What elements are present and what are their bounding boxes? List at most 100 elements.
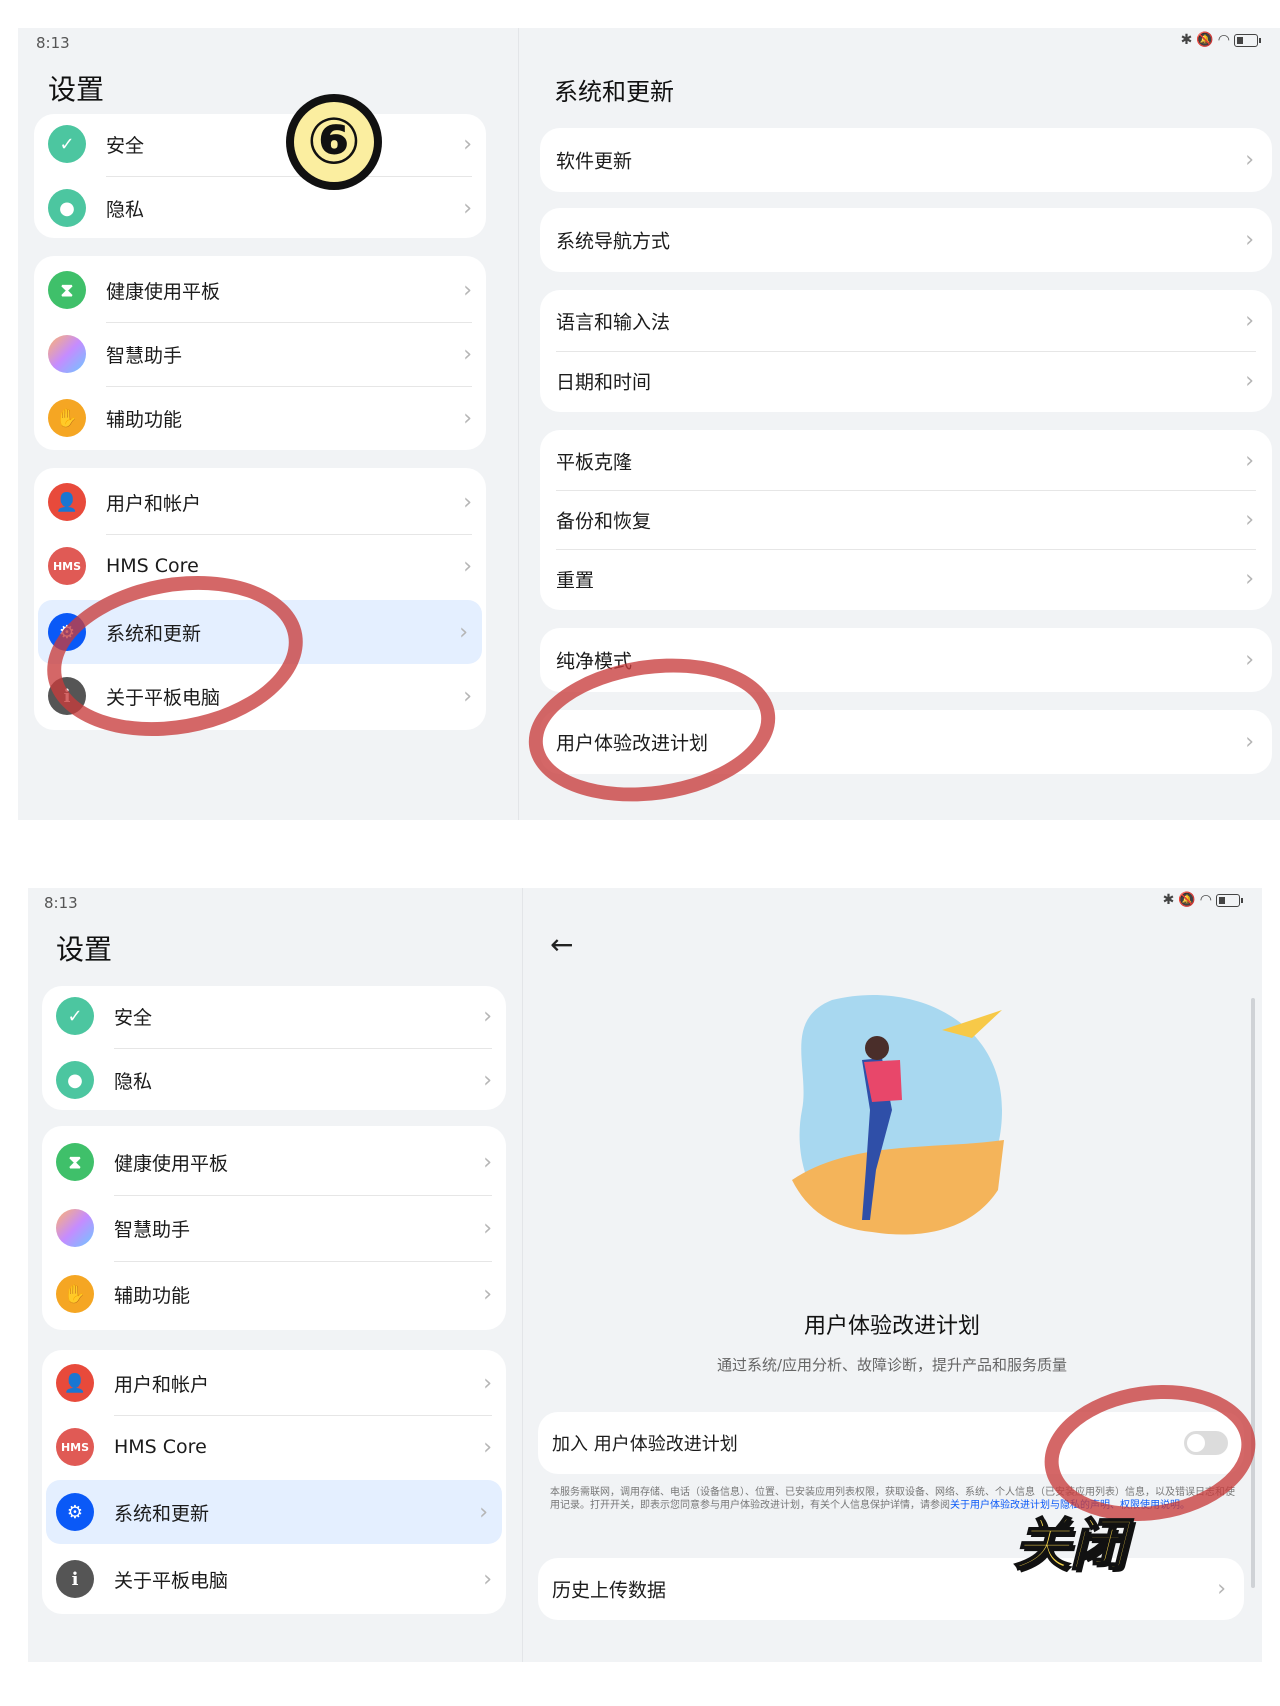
sidebar-item-label: 辅助功能: [106, 408, 183, 431]
sidebar-item-privacy[interactable]: ● 隐私 ›: [42, 1050, 506, 1110]
status-time: 8:13: [36, 34, 70, 52]
sidebar-item-privacy[interactable]: ● 隐私 ›: [34, 178, 486, 238]
user-icon: 👤: [48, 483, 86, 521]
mute-icon: 🔕: [1196, 32, 1214, 48]
assistant-icon: [56, 1209, 94, 1247]
sidebar-item-label: 安全: [114, 1006, 153, 1029]
battery-icon: [1216, 893, 1243, 907]
sidebar-item-label: 健康使用平板: [106, 280, 221, 303]
sidebar-item-label: 系统和更新: [114, 1502, 210, 1525]
divider: [106, 386, 472, 387]
history-card: 历史上传数据 ›: [538, 1558, 1244, 1620]
status-icons: ✱ 🔕 ◠: [1162, 892, 1243, 908]
row-upload-history[interactable]: 历史上传数据 ›: [538, 1560, 1244, 1618]
row-label: 日期和时间: [556, 371, 652, 394]
sidebar-item-label: 安全: [106, 134, 145, 157]
chevron-right-icon: ›: [483, 1566, 492, 1592]
chevron-right-icon: ›: [463, 683, 472, 709]
chevron-right-icon: ›: [1217, 1576, 1226, 1602]
assistant-icon: [48, 335, 86, 373]
sidebar-item-label: 智慧助手: [106, 344, 183, 367]
row-label: 重置: [556, 569, 595, 592]
row-backup-restore[interactable]: 备份和恢复 ›: [540, 491, 1272, 549]
chevron-right-icon: ›: [483, 1149, 492, 1175]
row-label: 备份和恢复: [556, 510, 652, 533]
row-date-time[interactable]: 日期和时间 ›: [540, 352, 1272, 410]
row-label: 软件更新: [556, 150, 633, 173]
sidebar-item-accessibility[interactable]: ✋ 辅助功能 ›: [34, 388, 486, 448]
group-backup: 平板克隆 › 备份和恢复 › 重置 ›: [540, 430, 1272, 610]
row-label: 历史上传数据: [552, 1579, 667, 1602]
sidebar-item-accounts[interactable]: 👤 用户和帐户 ›: [34, 472, 486, 532]
chevron-right-icon: ›: [1245, 448, 1254, 474]
sidebar-item-label: HMS Core: [106, 555, 199, 577]
sidebar-item-digital-balance[interactable]: ⧗ 健康使用平板 ›: [34, 260, 486, 320]
chevron-right-icon: ›: [1245, 227, 1254, 253]
wifi-icon: ◠: [1199, 892, 1212, 908]
shield-check-icon: ✓: [48, 125, 86, 163]
sidebar-item-label: 关于平板电脑: [114, 1569, 229, 1592]
sidebar-item-accessibility[interactable]: ✋ 辅助功能 ›: [42, 1262, 506, 1326]
back-arrow-icon[interactable]: ←: [550, 928, 573, 961]
chevron-right-icon: ›: [1245, 566, 1254, 592]
chevron-right-icon: ›: [463, 553, 472, 579]
row-software-update[interactable]: 软件更新 ›: [540, 131, 1272, 189]
sidebar-item-label: 智慧助手: [114, 1218, 191, 1241]
settings-group-health: ⧗ 健康使用平板 › 智慧助手 › ✋ 辅助功能 ›: [34, 256, 486, 450]
chevron-right-icon: ›: [479, 1499, 488, 1525]
sidebar-item-about[interactable]: i 关于平板电脑 ›: [42, 1548, 506, 1610]
row-label: 系统导航方式: [556, 230, 671, 253]
sidebar-item-label: HMS Core: [114, 1436, 207, 1458]
chevron-right-icon: ›: [463, 405, 472, 431]
row-language-input[interactable]: 语言和输入法 ›: [540, 292, 1272, 350]
ux-plan-subtitle: 通过系统/应用分析、故障诊断，提升产品和服务质量: [716, 1356, 1068, 1374]
join-plan-label: 加入 用户体验改进计划: [552, 1434, 738, 1455]
group-software-update: 软件更新 ›: [540, 128, 1272, 192]
gear-icon: ⚙: [56, 1493, 94, 1531]
divider: [106, 534, 472, 535]
sidebar-item-security[interactable]: ✓ 安全 ›: [34, 114, 486, 174]
mute-icon: 🔕: [1178, 892, 1196, 908]
row-tablet-clone[interactable]: 平板克隆 ›: [540, 432, 1272, 490]
chevron-right-icon: ›: [1245, 147, 1254, 173]
pane-title-system-update: 系统和更新: [554, 78, 674, 106]
chevron-right-icon: ›: [463, 195, 472, 221]
step-badge: ⑥: [286, 94, 382, 190]
sidebar-item-assistant[interactable]: 智慧助手 ›: [42, 1196, 506, 1260]
chevron-right-icon: ›: [1245, 368, 1254, 394]
hand-icon: ✋: [56, 1275, 94, 1313]
screenshot-ux-improvement-plan: 8:13 ✱ 🔕 ◠ 设置 ✓ 安全 › ● 隐私 › ⧗ 健康使用平板 › 智…: [28, 888, 1262, 1662]
bluetooth-icon: ✱: [1162, 892, 1175, 908]
divider: [106, 322, 472, 323]
chevron-right-icon: ›: [1245, 647, 1254, 673]
sidebar-item-system-update[interactable]: ⚙ 系统和更新 ›: [46, 1480, 502, 1544]
step-badge-text: ⑥: [294, 102, 374, 182]
group-navigation: 系统导航方式 ›: [540, 208, 1272, 272]
privacy-icon: ●: [48, 189, 86, 227]
group-language-date: 语言和输入法 › 日期和时间 ›: [540, 290, 1272, 412]
scrollbar[interactable]: [1251, 998, 1255, 1588]
status-icons: ✱ 🔕 ◠: [1181, 32, 1261, 48]
sidebar-item-digital-balance[interactable]: ⧗ 健康使用平板 ›: [42, 1130, 506, 1194]
chevron-right-icon: ›: [1245, 507, 1254, 533]
sidebar-item-assistant[interactable]: 智慧助手 ›: [34, 324, 486, 384]
row-reset[interactable]: 重置 ›: [540, 550, 1272, 608]
chevron-right-icon: ›: [483, 1370, 492, 1396]
sidebar-item-security[interactable]: ✓ 安全 ›: [42, 986, 506, 1046]
hand-icon: ✋: [48, 399, 86, 437]
chevron-right-icon: ›: [459, 619, 468, 645]
sidebar-item-accounts[interactable]: 👤 用户和帐户 ›: [42, 1352, 506, 1414]
row-label: 语言和输入法: [556, 311, 671, 334]
chevron-right-icon: ›: [463, 277, 472, 303]
sidebar-item-hms-core[interactable]: HMS HMS Core ›: [42, 1416, 506, 1478]
sidebar-item-label: 用户和帐户: [106, 492, 202, 515]
sidebar-item-label: 隐私: [114, 1070, 153, 1093]
screenshot-settings-system-update: 8:13 ✱ 🔕 ◠ 设置 ✓ 安全 › ● 隐私 › ⧗ 健康使用平板 › 智…: [18, 28, 1280, 820]
info-icon: i: [56, 1560, 94, 1598]
settings-group-accounts: 👤 用户和帐户 › HMS HMS Core › ⚙ 系统和更新 › i 关于平…: [42, 1350, 506, 1614]
chevron-right-icon: ›: [463, 341, 472, 367]
chevron-right-icon: ›: [1245, 308, 1254, 334]
row-navigation-mode[interactable]: 系统导航方式 ›: [540, 211, 1272, 269]
sidebar-item-label: 辅助功能: [114, 1284, 191, 1307]
ux-plan-title: 用户体验改进计划: [803, 1314, 980, 1339]
